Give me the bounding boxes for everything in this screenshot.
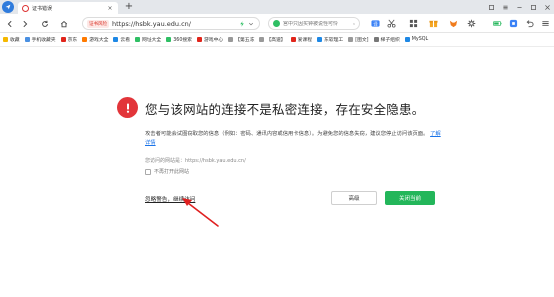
- close-window-icon[interactable]: [540, 1, 554, 13]
- ignore-warning-link[interactable]: 忽略警告，继续访问: [145, 195, 195, 203]
- extension-app-icon[interactable]: [508, 18, 519, 29]
- bookmark-label: [图文]: [355, 38, 369, 43]
- bookmark-label: 游戏大全: [89, 38, 109, 43]
- no-remind-checkbox[interactable]: [145, 168, 151, 175]
- bookmark-item[interactable]: 360搜索: [166, 36, 192, 43]
- bookmark-label: 手机收藏夹: [31, 38, 56, 43]
- bookmark-label: 360搜索: [173, 38, 192, 43]
- lightning-icon[interactable]: [238, 20, 246, 28]
- bookmark-favicon-icon: [166, 37, 172, 42]
- bookmarks-bar: 收藏 手机收藏夹 京东 游戏大全 云看 网址大全 360搜索 游戏中心 【第五冻 【高速】 爱课程 东…: [0, 33, 554, 47]
- bookmark-favicon-icon: [317, 37, 322, 42]
- bookmark-item[interactable]: MySQL: [404, 37, 429, 42]
- bookmark-label: 【第五冻: [235, 38, 255, 43]
- bookmark-favicon-icon: [3, 37, 8, 42]
- no-remind-option[interactable]: 不再打开此网站: [145, 168, 189, 175]
- url-text[interactable]: https://hsbk.yau.edu.cn/: [112, 20, 237, 28]
- bookmark-label: 京东: [67, 38, 78, 43]
- bookmark-label: 【高速】: [266, 38, 286, 43]
- bookmark-favicon-icon: [290, 37, 296, 42]
- bookmark-favicon-icon: [135, 37, 141, 42]
- battery-icon[interactable]: [492, 18, 503, 29]
- bookmark-label: MySQL: [411, 37, 429, 42]
- forward-button[interactable]: [18, 17, 31, 30]
- bookmark-favicon-icon: [24, 37, 30, 42]
- bookmark-item[interactable]: 【第五冻: [228, 36, 254, 43]
- window-menu-icon[interactable]: [498, 1, 512, 13]
- advanced-button[interactable]: 高级: [331, 191, 377, 205]
- bookmark-label: 网址大全: [142, 38, 162, 43]
- bookmark-favicon-icon: [60, 37, 66, 42]
- refresh-button[interactable]: [38, 17, 51, 30]
- bookmark-favicon-icon: [196, 37, 202, 42]
- new-tab-button[interactable]: +: [124, 1, 134, 12]
- bookmark-favicon-icon: [228, 37, 234, 42]
- bookmark-item[interactable]: 游戏大全: [82, 36, 108, 43]
- bookmark-item[interactable]: [图文]: [348, 36, 369, 43]
- bookmark-item[interactable]: 游戏中心: [196, 36, 224, 43]
- tab-close-icon[interactable]: ×: [106, 5, 114, 12]
- error-description: 攻击者可能会试图窃取您的信息（例如：密码、通讯内容或信用卡信息）。为避免您的信息…: [145, 130, 445, 148]
- bookmark-label: 东软理工: [324, 38, 344, 43]
- search-icon[interactable]: [353, 21, 355, 27]
- maximize-icon[interactable]: [526, 1, 540, 13]
- menu-hamburger-icon[interactable]: [540, 18, 551, 29]
- bookmark-item[interactable]: 网址大全: [135, 36, 161, 43]
- error-description-text: 攻击者可能会试图窃取您的信息（例如：密码、通讯内容或信用卡信息）。为避免您的信息…: [145, 131, 429, 137]
- bookmark-favicon-icon: [259, 37, 265, 42]
- window-pin-icon[interactable]: [484, 1, 498, 13]
- address-bar[interactable]: 证书风险 https://hsbk.yau.edu.cn/: [82, 17, 260, 30]
- search-input[interactable]: [283, 20, 353, 27]
- bookmark-item[interactable]: 云看: [113, 36, 130, 43]
- search-box[interactable]: [268, 17, 360, 30]
- minimize-icon[interactable]: [512, 1, 526, 13]
- tab-certificate-error[interactable]: 证书错误 ×: [18, 2, 118, 14]
- undo-icon[interactable]: [524, 18, 535, 29]
- no-remind-label: 不再打开此网站: [154, 169, 190, 175]
- extension-fox-icon[interactable]: [448, 18, 459, 29]
- settings-gear-icon[interactable]: [466, 18, 477, 29]
- bookmark-item[interactable]: 收藏: [3, 36, 20, 43]
- tab-strip: 证书错误 × +: [0, 0, 554, 14]
- bookmark-label: 收藏: [10, 38, 20, 43]
- bookmark-favicon-icon: [373, 37, 379, 42]
- bookmark-item[interactable]: 【高速】: [259, 36, 286, 43]
- error-alert-icon: [117, 97, 138, 118]
- scissors-icon[interactable]: [386, 18, 397, 29]
- bookmark-favicon-icon: [113, 37, 119, 42]
- bookmark-item[interactable]: 梯子组织: [373, 36, 400, 43]
- visited-site-text: 您访问的网站是：https://hsbk.yau.edu.cn/: [145, 158, 246, 164]
- bookmark-label: 游戏中心: [203, 38, 224, 43]
- bookmark-label: 梯子组织: [380, 38, 400, 43]
- bookmark-favicon-icon: [348, 37, 354, 42]
- close-page-button[interactable]: 关闭当前: [385, 191, 435, 205]
- bookmark-item[interactable]: 京东: [60, 36, 78, 43]
- bookmark-item[interactable]: 东软理工: [317, 36, 343, 43]
- browser-toolbar: 证书风险 https://hsbk.yau.edu.cn/ 译: [0, 14, 554, 33]
- translate-icon[interactable]: 译: [370, 18, 381, 29]
- bookmark-label: 云看: [120, 38, 131, 43]
- bookmark-favicon-icon: [82, 37, 88, 42]
- error-heading: 您与该网站的连接不是私密连接，存在安全隐患。: [145, 102, 425, 117]
- grid-apps-icon[interactable]: [408, 18, 419, 29]
- certificate-risk-badge[interactable]: 证书风险: [87, 19, 109, 28]
- certificate-error-icon: [22, 4, 29, 12]
- bookmark-favicon-icon: [404, 37, 410, 42]
- back-button[interactable]: [3, 17, 16, 30]
- home-button[interactable]: [57, 17, 70, 30]
- tab-title: 证书错误: [32, 5, 53, 12]
- bookmark-label: 爱课程: [297, 38, 312, 43]
- dropdown-chevron-icon[interactable]: [247, 20, 255, 28]
- bookmark-item[interactable]: 手机收藏夹: [24, 36, 56, 43]
- bookmark-item[interactable]: 爱课程: [290, 36, 312, 43]
- search-engine-icon[interactable]: [273, 20, 280, 27]
- extension-gift-icon[interactable]: [428, 18, 439, 29]
- browser-logo-icon[interactable]: [2, 1, 14, 13]
